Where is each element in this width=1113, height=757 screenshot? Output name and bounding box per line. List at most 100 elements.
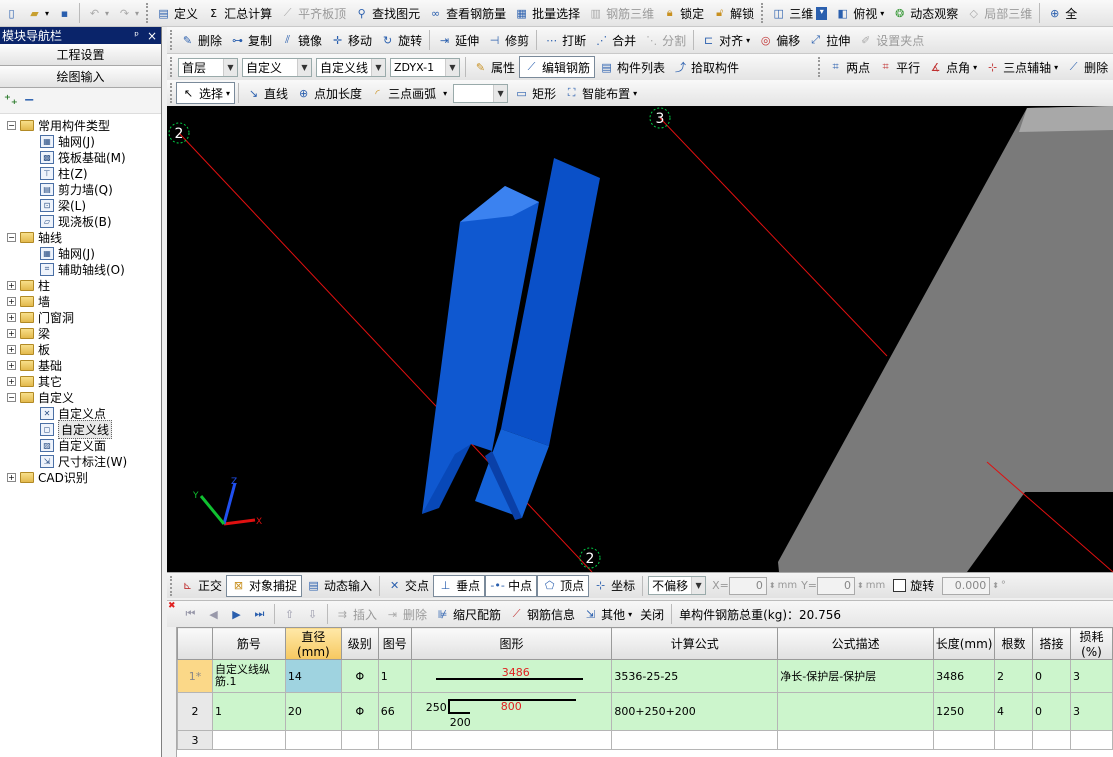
y-input[interactable]: 0 bbox=[817, 576, 856, 595]
table-row[interactable]: 2 1 20 Φ 66 250 800 200 800+250+200 1250… bbox=[177, 692, 1113, 731]
cell-figure-no[interactable] bbox=[377, 730, 412, 750]
align-slab-top-button[interactable]: ⟋ 平齐板顶 bbox=[276, 2, 350, 24]
cell-loss[interactable]: 3 bbox=[1069, 692, 1113, 731]
cell-shape[interactable]: 250 800 200 bbox=[410, 692, 613, 731]
tree-item[interactable]: ▨ 自定义面 bbox=[0, 437, 161, 453]
col-length[interactable]: 长度(mm) bbox=[933, 627, 996, 660]
col-count[interactable]: 根数 bbox=[994, 627, 1033, 660]
cell-rebar-name[interactable]: 自定义线纵筋.1 bbox=[211, 659, 286, 693]
expand-icon[interactable]: + bbox=[7, 360, 16, 370]
save-button[interactable]: ▪ bbox=[53, 2, 76, 24]
new-file-button[interactable]: ▯ bbox=[0, 2, 23, 24]
define-button[interactable]: ▤ 定义 bbox=[152, 2, 202, 24]
tree-item[interactable]: ⌗ 辅助轴线(O) bbox=[0, 261, 161, 277]
tree-item[interactable]: ⊤ 柱(Z) bbox=[0, 165, 161, 181]
expand-icon[interactable]: + bbox=[7, 472, 16, 482]
prev-record-button[interactable]: ◀ bbox=[202, 603, 225, 625]
ortho-toggle[interactable]: ⊾ 正交 bbox=[176, 575, 226, 597]
midpoint-snap[interactable]: -•- 中点 bbox=[485, 574, 538, 597]
cell-rebar-name[interactable] bbox=[211, 730, 286, 750]
cell-formula[interactable]: 3536-25-25 bbox=[611, 659, 779, 693]
edit-rebar-button[interactable]: ⟋ 编辑钢筋 bbox=[519, 56, 596, 78]
point-angle-button[interactable]: ∡ 点角 ▾ bbox=[924, 56, 981, 78]
tree-item[interactable]: + 基础 bbox=[0, 357, 161, 373]
cell-count[interactable] bbox=[994, 730, 1033, 750]
zoom-all-button[interactable]: ⊕ 全 bbox=[1043, 2, 1081, 24]
object-snap-toggle[interactable]: ⊠ 对象捕捉 bbox=[226, 574, 303, 597]
move-down-button[interactable]: ⇩ bbox=[301, 603, 324, 625]
cell-formula-desc[interactable]: 净长-保护层-保护层 bbox=[777, 659, 935, 693]
tree-item[interactable]: + 门窗洞 bbox=[0, 309, 161, 325]
expand-icon[interactable]: + bbox=[7, 296, 16, 306]
rebar-info-button[interactable]: ⟋ 钢筋信息 bbox=[505, 603, 579, 625]
stretch-button[interactable]: ⤢ 拉伸 bbox=[804, 29, 854, 51]
expand-icon[interactable]: + bbox=[7, 344, 16, 354]
col-loss[interactable]: 损耗(%) bbox=[1069, 627, 1113, 660]
cell-shape[interactable] bbox=[410, 730, 613, 750]
row-number[interactable]: 3 bbox=[177, 730, 213, 750]
extend-button[interactable]: ⇥ 延伸 bbox=[433, 29, 483, 51]
pick-component-button[interactable]: ⤴ 拾取构件 bbox=[669, 56, 743, 78]
tree-item[interactable]: − 轴线 bbox=[0, 229, 161, 245]
close-panel-button[interactable]: 关闭 bbox=[636, 603, 668, 625]
last-record-button[interactable]: ⏭ bbox=[248, 603, 271, 625]
expand-icon[interactable]: + bbox=[7, 376, 16, 386]
project-settings-button[interactable]: 工程设置 bbox=[0, 44, 161, 66]
component-name-select[interactable]: ZDYX-1 ▼ bbox=[390, 57, 460, 77]
collapse-icon[interactable]: − bbox=[7, 392, 16, 402]
next-record-button[interactable]: ▶ bbox=[225, 603, 248, 625]
mirror-button[interactable]: ⫽ 镜像 bbox=[276, 29, 326, 51]
move-button[interactable]: ✛ 移动 bbox=[326, 29, 376, 51]
rebar-3d-button[interactable]: ▥ 钢筋三维 bbox=[584, 2, 658, 24]
cell-diameter[interactable]: 20 bbox=[284, 692, 342, 731]
vertex-snap[interactable]: ⬠ 顶点 bbox=[537, 574, 590, 597]
type-select[interactable]: 自定义线 ▼ bbox=[316, 57, 386, 77]
table-row[interactable]: 1* 自定义线纵筋.1 14 Φ 1 3486 3536-25-25 净长-保护… bbox=[177, 659, 1113, 693]
tree-item[interactable]: + 板 bbox=[0, 341, 161, 357]
tree-item[interactable]: ▦ 轴网(J) bbox=[0, 133, 161, 149]
cell-figure-no[interactable]: 66 bbox=[377, 692, 412, 731]
rotate-button[interactable]: ↻ 旋转 bbox=[376, 29, 426, 51]
col-rebar-no[interactable]: 筋号 bbox=[211, 627, 286, 660]
unlock-button[interactable]: 🔓︎ 解锁 bbox=[708, 2, 758, 24]
merge-button[interactable]: ⋰ 合并 bbox=[590, 29, 640, 51]
delete-row-button[interactable]: ⇥ 删除 bbox=[381, 603, 431, 625]
cell-lap[interactable] bbox=[1032, 730, 1071, 750]
find-element-button[interactable]: ⚲ 查找图元 bbox=[350, 2, 424, 24]
cell-lap[interactable]: 0 bbox=[1032, 659, 1071, 693]
cell-length[interactable]: 1250 bbox=[933, 692, 996, 731]
cell-grade[interactable]: Φ bbox=[340, 692, 379, 731]
col-lap[interactable]: 搭接 bbox=[1032, 627, 1071, 660]
component-list-button[interactable]: ▤ 构件列表 bbox=[595, 56, 669, 78]
collapse-icon[interactable]: − bbox=[7, 120, 16, 130]
point-length-button[interactable]: ⊕ 点加长度 bbox=[292, 82, 366, 104]
cell-formula-desc[interactable] bbox=[777, 692, 935, 731]
tree-item[interactable]: + 其它 bbox=[0, 373, 161, 389]
col-grade[interactable]: 级别 bbox=[340, 627, 379, 660]
cell-loss[interactable]: 3 bbox=[1069, 659, 1113, 693]
delete-button[interactable]: ✎ 删除 bbox=[176, 29, 226, 51]
orbit-button[interactable]: ❂ 动态观察 bbox=[888, 2, 962, 24]
cell-diameter[interactable]: 14 bbox=[284, 659, 342, 693]
cell-formula[interactable]: 800+250+200 bbox=[611, 692, 779, 731]
first-record-button[interactable]: ⏮ bbox=[179, 603, 202, 625]
dynamic-input-toggle[interactable]: ▤ 动态输入 bbox=[302, 575, 376, 597]
3d-viewport[interactable]: 2 3 2 X Y Z bbox=[167, 106, 1113, 572]
batch-select-button[interactable]: ▦ 批量选择 bbox=[510, 2, 584, 24]
sum-calc-button[interactable]: Σ 汇总计算 bbox=[202, 2, 276, 24]
tree-item[interactable]: ⇲ 尺寸标注(W) bbox=[0, 453, 161, 469]
cell-grade[interactable] bbox=[340, 730, 379, 750]
three-point-arc-dropdown[interactable]: ◜ 三点画弧 ▾ bbox=[366, 82, 451, 104]
floor-select[interactable]: 首层 ▼ bbox=[178, 57, 238, 77]
expand-all-icon[interactable]: ⁺₊ bbox=[4, 93, 18, 108]
cell-shape[interactable]: 3486 bbox=[410, 659, 613, 693]
two-point-button[interactable]: ⌗ 两点 bbox=[824, 56, 874, 78]
drawing-input-button[interactable]: 绘图输入 bbox=[0, 66, 161, 88]
col-formula-desc[interactable]: 公式描述 bbox=[777, 627, 935, 660]
cell-count[interactable]: 4 bbox=[994, 692, 1033, 731]
cell-lap[interactable]: 0 bbox=[1032, 692, 1071, 731]
copy-button[interactable]: ⊶ 复制 bbox=[226, 29, 276, 51]
set-grip-button[interactable]: ✐ 设置夹点 bbox=[854, 29, 928, 51]
x-input[interactable]: 0 bbox=[728, 576, 767, 595]
rotate-angle-input[interactable]: 0.000 bbox=[942, 576, 991, 595]
